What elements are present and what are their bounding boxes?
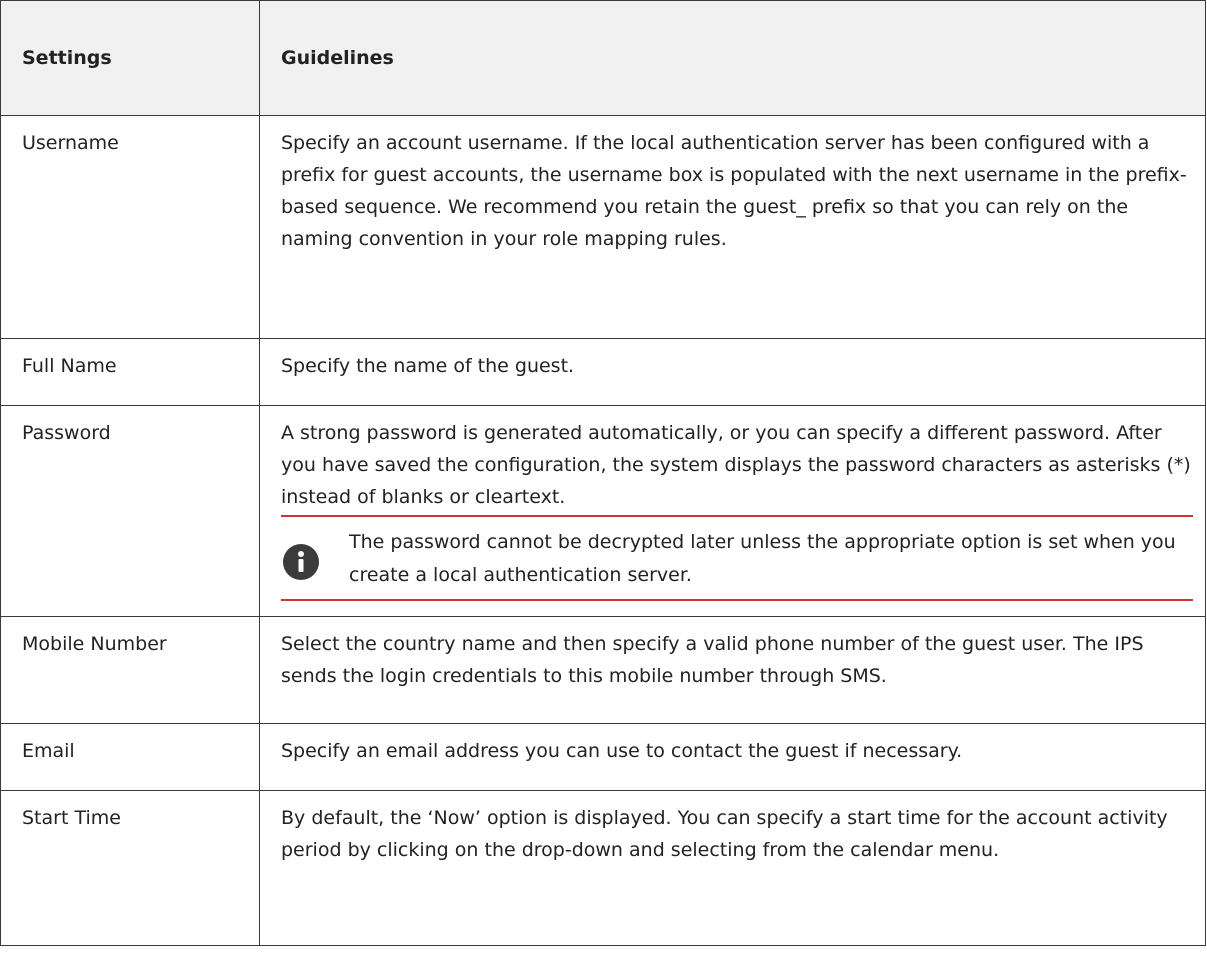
table-row: Mobile Number Select the country name an… — [0, 616, 1206, 724]
settings-table: Settings Guidelines Username Specify an … — [0, 0, 1206, 946]
setting-cell: Full Name — [0, 338, 260, 406]
setting-cell: Start Time — [0, 790, 260, 946]
setting-cell: Password — [0, 405, 260, 617]
guideline-cell: By default, the ‘Now’ option is displaye… — [259, 790, 1206, 946]
setting-cell: Mobile Number — [0, 616, 260, 724]
table-row: Username Specify an account username. If… — [0, 115, 1206, 339]
note-callout: The password cannot be decrypted later u… — [281, 517, 1193, 601]
guideline-cell: Select the country name and then specify… — [259, 616, 1206, 724]
guideline-cell: Specify an account username. If the loca… — [259, 115, 1206, 339]
table-row: Start Time By default, the ‘Now’ option … — [0, 790, 1206, 946]
table-header-row: Settings Guidelines — [0, 0, 1206, 116]
password-guideline-text: A strong password is generated automatic… — [281, 417, 1193, 517]
header-settings: Settings — [0, 0, 260, 116]
info-icon — [283, 544, 319, 580]
guideline-cell: Specify the name of the guest. — [259, 338, 1206, 406]
table-row: Full Name Specify the name of the guest. — [0, 338, 1206, 406]
header-guidelines: Guidelines — [259, 0, 1206, 116]
guideline-cell: A strong password is generated automatic… — [259, 405, 1206, 617]
table-row: Password A strong password is generated … — [0, 405, 1206, 617]
setting-cell: Username — [0, 115, 260, 339]
note-text: The password cannot be decrypted later u… — [349, 531, 1176, 586]
table-row: Email Specify an email address you can u… — [0, 723, 1206, 791]
guideline-cell: Specify an email address you can use to … — [259, 723, 1206, 791]
setting-cell: Email — [0, 723, 260, 791]
